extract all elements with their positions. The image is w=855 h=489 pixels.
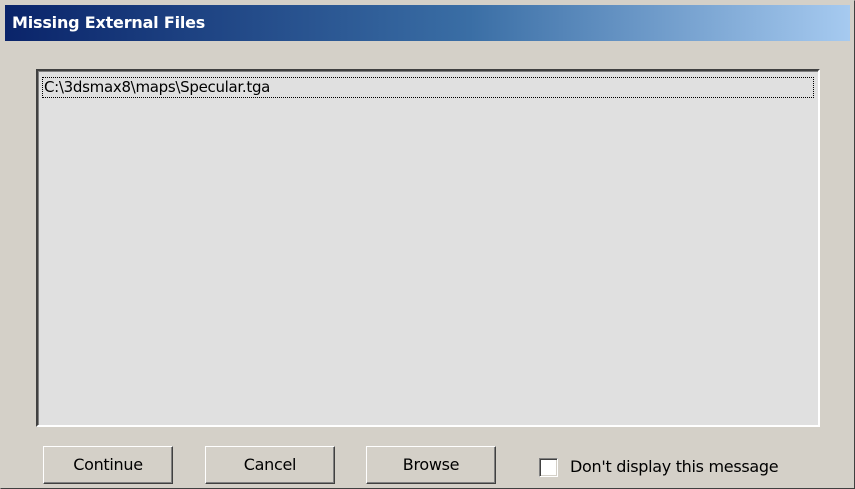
missing-files-listbox[interactable]: C:\3dsmax8\maps\Specular.tga: [36, 69, 820, 427]
cancel-button[interactable]: Cancel: [205, 446, 335, 484]
title-bar[interactable]: Missing External Files: [5, 5, 850, 41]
dialog-title: Missing External Files: [12, 13, 206, 32]
dont-display-checkbox[interactable]: [539, 458, 558, 477]
list-item[interactable]: C:\3dsmax8\maps\Specular.tga: [42, 77, 814, 98]
dont-display-label[interactable]: Don't display this message: [570, 456, 779, 478]
browse-button[interactable]: Browse: [366, 446, 496, 484]
missing-external-files-dialog: Missing External Files C:\3dsmax8\maps\S…: [0, 0, 855, 489]
continue-button[interactable]: Continue: [43, 446, 173, 484]
